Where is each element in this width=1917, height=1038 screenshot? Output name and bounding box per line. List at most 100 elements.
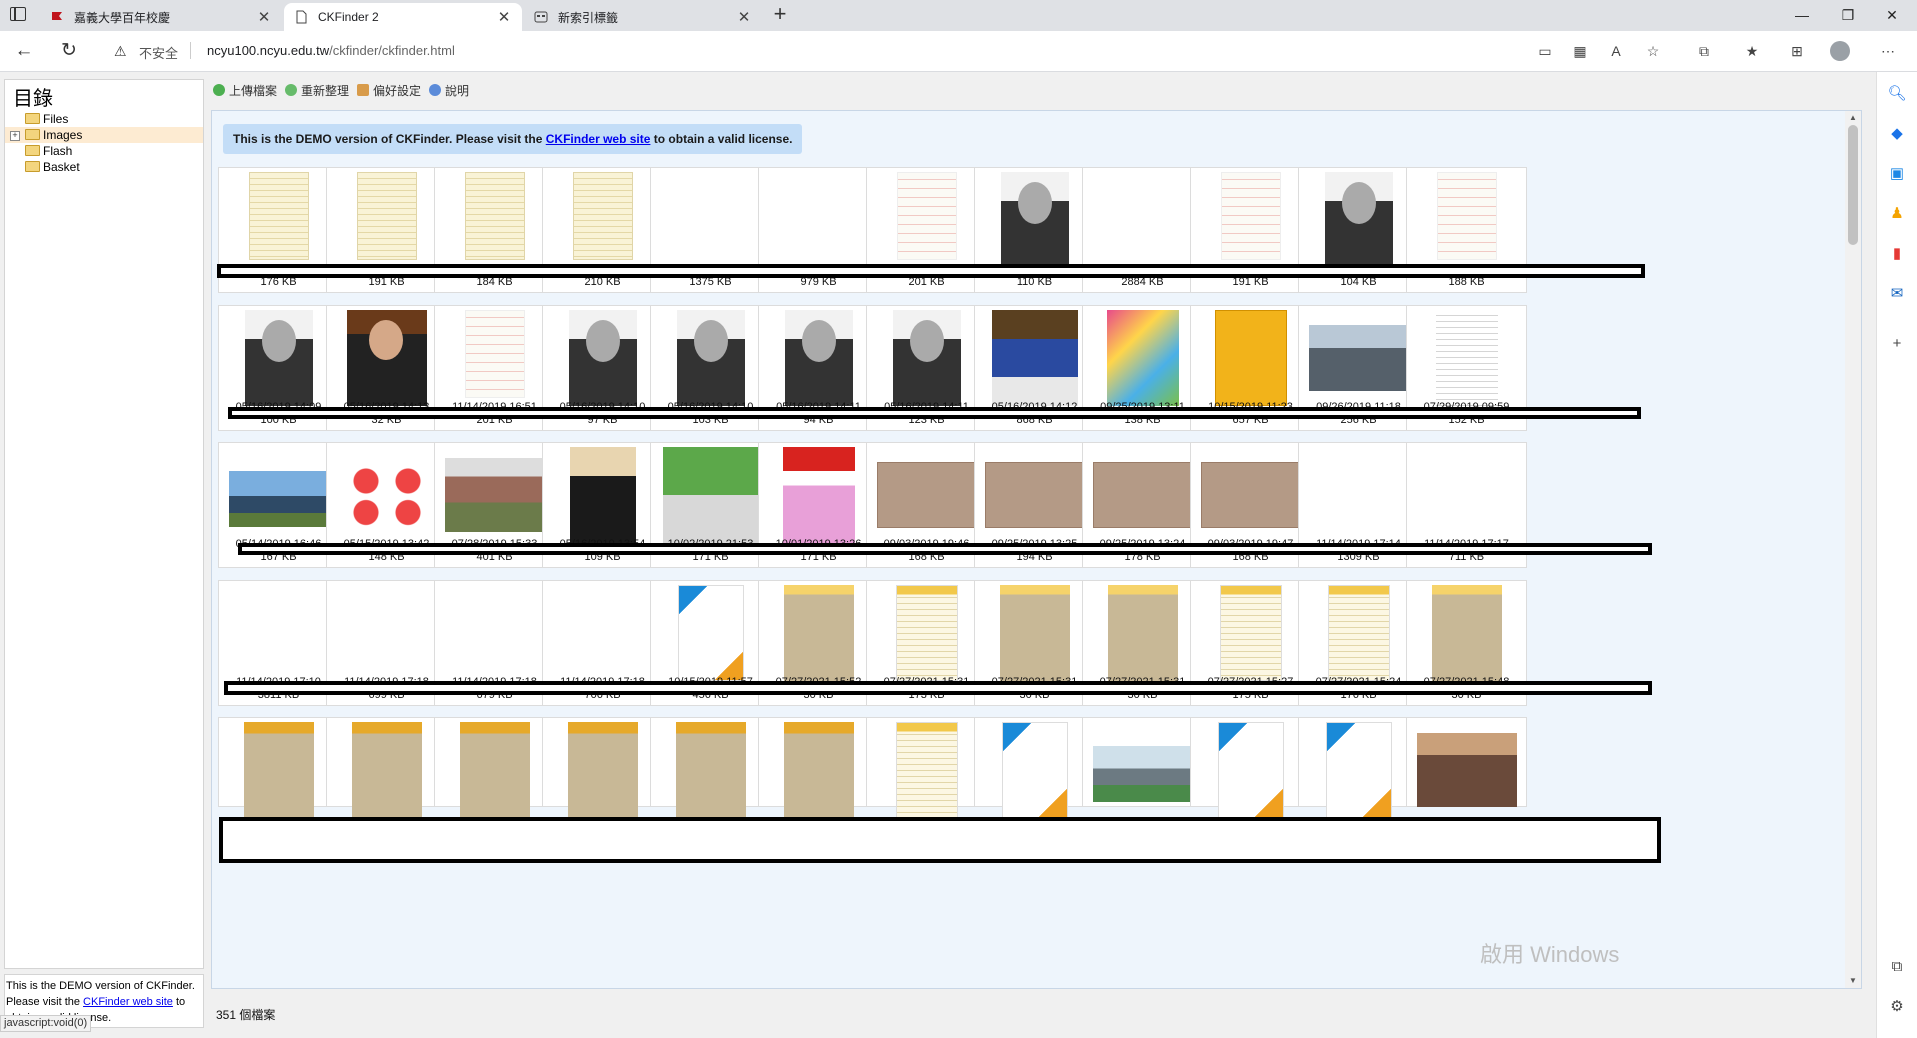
tab-ncyu-anniversary[interactable]: 嘉義大學百年校慶 ✕ [40, 3, 282, 31]
thumbnail-image [984, 462, 1085, 528]
upload-icon [213, 84, 225, 96]
upload-button[interactable]: 上傳檔案 [213, 80, 277, 100]
address-bar[interactable]: ncyu100.ncyu.edu.tw/ckfinder/ckfinder.ht… [207, 43, 455, 58]
close-tab-icon[interactable]: ✕ [736, 8, 752, 26]
tab-ckfinder[interactable]: CKFinder 2 ✕ [284, 3, 522, 31]
thumbnail-image [677, 585, 744, 681]
shopping-tag-icon[interactable]: ◆ [1887, 124, 1907, 144]
extensions-icon[interactable]: ⧉ [1694, 41, 1714, 61]
close-tab-icon[interactable]: ✕ [256, 8, 272, 26]
vertical-scrollbar[interactable]: ▲ ▼ [1845, 111, 1861, 988]
thumbnail-image [1431, 585, 1502, 681]
thumbnail-image [1435, 310, 1498, 406]
insecure-label[interactable]: 不安全 [139, 43, 178, 62]
thumbnail-image [783, 722, 854, 818]
thumbnail-image [346, 310, 427, 406]
wrench-icon [357, 84, 370, 96]
thumbnail-image [572, 172, 633, 260]
tab-new-tab[interactable]: 新索引標籤 ✕ [524, 3, 762, 31]
thumbnail-image [356, 172, 417, 260]
folder-flash[interactable]: Flash [5, 143, 203, 159]
more-icon[interactable]: ⋯ [1878, 41, 1898, 61]
favorites-icon[interactable]: ★ [1742, 41, 1762, 61]
new-tab-button[interactable]: + [768, 3, 792, 27]
file-thumbnail[interactable] [974, 717, 1095, 818]
help-button[interactable]: 說明 [429, 80, 469, 100]
scroll-down-icon[interactable]: ▼ [1845, 974, 1861, 988]
close-window-button[interactable]: ✕ [1872, 3, 1912, 27]
app-available-icon[interactable]: ▭ [1535, 41, 1555, 61]
expand-icon[interactable]: + [10, 131, 20, 141]
tab-actions-icon[interactable] [10, 7, 26, 21]
redaction-bar [217, 264, 1645, 278]
ckfinder-site-link[interactable]: CKFinder web site [546, 132, 651, 146]
reload-button[interactable]: ↻ [57, 39, 81, 63]
folders-panel: 目錄 Files + Images Flash Basket [4, 79, 204, 969]
folder-basket[interactable]: Basket [5, 159, 203, 175]
demo-notice: This is the DEMO version of CKFinder. Pl… [223, 124, 803, 154]
thumbnail-image [895, 722, 958, 818]
file-thumbnail[interactable] [542, 717, 663, 818]
thumbnail-image [1308, 325, 1409, 391]
file-thumbnail[interactable] [650, 717, 771, 818]
settings-gear-icon[interactable]: ⚙ [1887, 997, 1907, 1017]
back-button[interactable]: ← [12, 39, 36, 63]
close-tab-icon[interactable]: ✕ [496, 8, 512, 26]
thumbnail-image [567, 722, 638, 818]
games-icon[interactable]: ♟ [1887, 204, 1907, 224]
thumbnail-image [783, 585, 854, 681]
thumbnail-image [464, 310, 525, 398]
file-thumbnail[interactable] [866, 717, 987, 818]
files-panel: This is the DEMO version of CKFinder. Pl… [211, 110, 1862, 989]
thumbnail-image [1214, 310, 1287, 406]
thumbnail-image [892, 310, 961, 406]
file-thumbnail[interactable] [1406, 717, 1527, 807]
minimize-button[interactable]: — [1782, 3, 1822, 27]
restore-button[interactable]: ❐ [1828, 3, 1868, 27]
folder-icon [25, 113, 40, 124]
windows-activation-watermark: 啟用 Windows [1480, 942, 1620, 967]
file-thumbnail[interactable] [218, 717, 339, 818]
read-aloud-icon[interactable]: A [1606, 41, 1626, 61]
folder-images[interactable]: + Images [5, 127, 203, 143]
file-thumbnail[interactable] [326, 717, 447, 818]
scroll-up-icon[interactable]: ▲ [1845, 111, 1861, 125]
outlook-icon[interactable]: ✉ [1887, 284, 1907, 304]
tab-title: CKFinder 2 [318, 10, 379, 24]
scroll-thumb[interactable] [1848, 125, 1858, 245]
tab-strip: 嘉義大學百年校慶 ✕ CKFinder 2 ✕ 新索引標籤 ✕ + — ❐ ✕ [0, 0, 1917, 31]
thumbnail-image [896, 172, 957, 260]
settings-button[interactable]: 偏好設定 [357, 80, 421, 100]
favorite-star-icon[interactable]: ☆ [1643, 41, 1663, 61]
office-icon[interactable]: ▮ [1887, 244, 1907, 264]
thumbnail-image [1000, 172, 1069, 268]
thumbnail-image [675, 722, 746, 818]
collections-icon[interactable]: ⊞ [1787, 41, 1807, 61]
folder-files[interactable]: Files [5, 111, 203, 127]
add-icon[interactable]: + [1887, 334, 1907, 354]
divider [190, 42, 191, 59]
tools-icon[interactable]: ▣ [1887, 164, 1907, 184]
file-thumbnail[interactable] [1298, 717, 1419, 818]
file-thumbnail[interactable] [758, 717, 879, 818]
folder-label: Files [43, 112, 69, 126]
upload-label: 上傳檔案 [229, 83, 278, 98]
ckfinder-app: 目錄 Files + Images Flash Basket This is t… [0, 72, 1876, 1038]
split-screen-icon[interactable]: ⧉ [1887, 957, 1907, 977]
ckfinder-site-link[interactable]: CKFinder web site [83, 996, 173, 1008]
thumbnail-image [1354, 447, 1364, 457]
profile-avatar[interactable] [1830, 41, 1850, 61]
file-thumbnail[interactable] [434, 717, 555, 818]
file-thumbnail[interactable] [1082, 717, 1203, 807]
search-icon[interactable]: 🔍︎ [1887, 84, 1907, 104]
thumbnail-image [351, 722, 422, 818]
thumbnail-image [1220, 172, 1281, 260]
folder-label: Flash [43, 144, 73, 158]
file-thumbnail[interactable] [1190, 717, 1311, 818]
redaction-box [219, 817, 1661, 863]
thumbnail-image [876, 462, 977, 528]
newtab-icon [534, 10, 548, 24]
qr-code-icon[interactable]: ▦ [1570, 41, 1590, 61]
warning-icon[interactable]: ⚠ [114, 43, 127, 60]
refresh-button[interactable]: 重新整理 [285, 80, 349, 100]
